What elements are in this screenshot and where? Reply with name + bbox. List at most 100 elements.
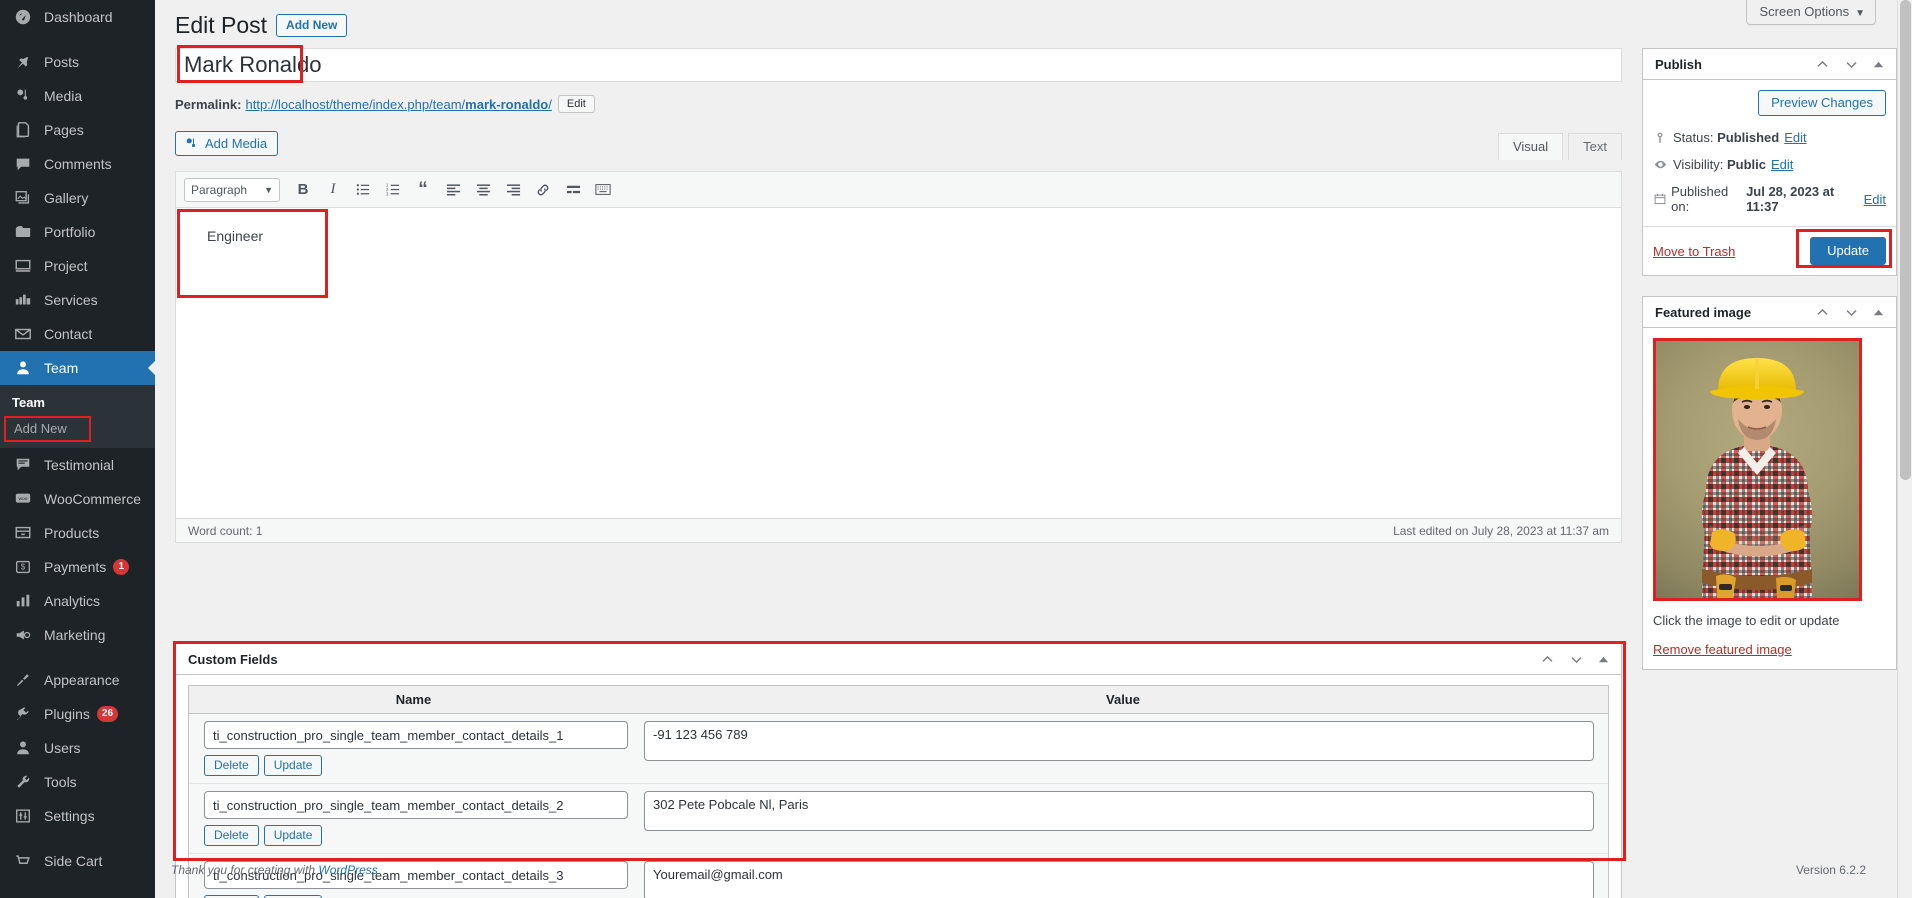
tools-icon (12, 772, 34, 792)
visibility-label: Visibility: (1673, 157, 1724, 172)
submenu-item-add-new[interactable]: Add New (4, 416, 91, 442)
pin-icon (1653, 131, 1673, 145)
sidebar-item-posts[interactable]: Posts (0, 45, 155, 79)
payments-badge: 1 (113, 559, 130, 575)
payments-icon: $ (12, 557, 34, 577)
wordpress-link[interactable]: WordPress (318, 863, 377, 877)
align-right-icon[interactable] (499, 177, 527, 203)
sidebar-item-gallery[interactable]: Gallery (0, 181, 155, 215)
custom-fields-header: Custom Fields (176, 644, 1621, 675)
sidebar-item-portfolio[interactable]: Portfolio (0, 215, 155, 249)
add-new-button[interactable]: Add New (276, 14, 348, 38)
sidebar-item-team[interactable]: Team (0, 351, 155, 385)
move-down-icon[interactable] (1844, 305, 1859, 320)
sidebar-item-dashboard[interactable]: Dashboard (0, 0, 155, 34)
move-down-icon[interactable] (1844, 57, 1859, 72)
toggle-panel-icon[interactable] (1873, 59, 1884, 70)
post-title-input[interactable] (175, 48, 1622, 82)
bold-icon[interactable]: B (289, 177, 317, 203)
sidebar-item-analytics[interactable]: Analytics (0, 584, 155, 618)
sidebar-item-services[interactable]: Services (0, 283, 155, 317)
sidebar-item-payments[interactable]: $ Payments 1 (0, 550, 155, 584)
sidebar-item-side-cart[interactable]: Side Cart (0, 844, 155, 878)
table-row: Delete Update -91 123 456 789 (189, 714, 1608, 784)
numbered-list-icon[interactable]: 123 (379, 177, 407, 203)
submenu-item-team[interactable]: Team (0, 390, 155, 416)
toolbar-toggle-icon[interactable] (589, 177, 617, 203)
move-to-trash-link[interactable]: Move to Trash (1653, 244, 1735, 259)
sidebar-item-label: Pages (44, 122, 84, 138)
format-select[interactable]: Paragraph ▼ (184, 177, 280, 202)
sidebar-item-comments[interactable]: Comments (0, 147, 155, 181)
scrollbar-thumb[interactable] (1900, 0, 1911, 480)
toggle-panel-icon[interactable] (1598, 654, 1609, 665)
move-up-icon[interactable] (1540, 652, 1555, 667)
featured-image-postbox: Featured image Click the image to edit o… (1642, 296, 1897, 670)
featured-image-thumbnail[interactable] (1653, 338, 1862, 601)
sidebar-item-marketing[interactable]: Marketing (0, 618, 155, 652)
sidebar-item-contact[interactable]: Contact (0, 317, 155, 351)
italic-icon[interactable]: I (319, 177, 347, 203)
woocommerce-icon: woo (12, 489, 34, 509)
admin-sidebar: Dashboard Posts Media Pages Comments Gal… (0, 0, 155, 898)
format-select-value: Paragraph (191, 182, 248, 197)
custom-field-name-input[interactable] (204, 721, 628, 749)
screen-options-button[interactable]: Screen Options ▼ (1746, 0, 1876, 25)
cell-value: Youremail@gmail.com (638, 861, 1608, 898)
postbox-handle-actions (1540, 652, 1609, 667)
side-postbox-container: Publish Preview Changes Status: Publishe… (1642, 48, 1897, 690)
table-row: Delete Update 302 Pete Pobcale Nl, Paris (189, 784, 1608, 854)
sidebar-item-users[interactable]: Users (0, 731, 155, 765)
move-down-icon[interactable] (1569, 652, 1584, 667)
sidebar-item-tools[interactable]: Tools (0, 765, 155, 799)
screen-meta-links: Screen Options ▼ (1746, 0, 1876, 25)
sidebar-item-appearance[interactable]: Appearance (0, 663, 155, 697)
content-editor-area[interactable]: Engineer (175, 208, 1622, 519)
page-scrollbar[interactable] (1897, 0, 1912, 898)
edit-permalink-button[interactable]: Edit (557, 95, 595, 113)
custom-field-value-textarea[interactable]: 302 Pete Pobcale Nl, Paris (644, 791, 1594, 831)
tab-visual[interactable]: Visual (1497, 133, 1564, 160)
custom-field-value-textarea[interactable]: Youremail@gmail.com (644, 861, 1594, 898)
delete-button[interactable]: Delete (204, 755, 259, 776)
custom-fields-inner: Name Value Delete Update -91 123 45 (176, 675, 1621, 898)
read-more-icon[interactable] (559, 177, 587, 203)
sidebar-item-woocommerce[interactable]: woo WooCommerce (0, 482, 155, 516)
update-button[interactable]: Update (1810, 237, 1886, 265)
align-left-icon[interactable] (439, 177, 467, 203)
preview-changes-button[interactable]: Preview Changes (1758, 90, 1886, 116)
tab-text[interactable]: Text (1568, 133, 1622, 160)
update-button[interactable]: Update (263, 825, 323, 846)
media-icon (12, 86, 34, 106)
portfolio-icon (12, 222, 34, 242)
remove-featured-image-link[interactable]: Remove featured image (1653, 642, 1886, 657)
edit-published-link[interactable]: Edit (1864, 192, 1886, 207)
publish-inside: Preview Changes Status: Published Edit V… (1643, 80, 1896, 275)
update-button[interactable]: Update (263, 755, 323, 776)
sidebar-item-media[interactable]: Media (0, 79, 155, 113)
sidebar-item-pages[interactable]: Pages (0, 113, 155, 147)
wordpress-credit: Thank you for creating with WordPress. (171, 863, 381, 877)
sidebar-item-plugins[interactable]: Plugins 26 (0, 697, 155, 731)
sidebar-item-settings[interactable]: Settings (0, 799, 155, 833)
sidebar-item-project[interactable]: Project (0, 249, 155, 283)
move-up-icon[interactable] (1815, 57, 1830, 72)
custom-field-value-textarea[interactable]: -91 123 456 789 (644, 721, 1594, 761)
edit-status-link[interactable]: Edit (1784, 130, 1806, 145)
sidebar-item-products[interactable]: Products (0, 516, 155, 550)
sidebar-item-label: Testimonial (44, 457, 115, 473)
minor-publishing-actions: Preview Changes (1643, 80, 1896, 116)
toggle-panel-icon[interactable] (1873, 307, 1884, 318)
edit-visibility-link[interactable]: Edit (1771, 157, 1793, 172)
move-up-icon[interactable] (1815, 305, 1830, 320)
sidebar-item-label: Dashboard (44, 9, 113, 25)
delete-button[interactable]: Delete (204, 825, 259, 846)
bulleted-list-icon[interactable] (349, 177, 377, 203)
add-media-button[interactable]: Add Media (175, 131, 279, 156)
align-center-icon[interactable] (469, 177, 497, 203)
sidebar-item-testimonial[interactable]: Testimonial (0, 448, 155, 482)
custom-field-name-input[interactable] (204, 791, 628, 819)
permalink-link[interactable]: http://localhost/theme/index.php/team/ma… (245, 97, 551, 112)
link-icon[interactable] (529, 177, 557, 203)
blockquote-icon[interactable]: “ (409, 177, 437, 203)
